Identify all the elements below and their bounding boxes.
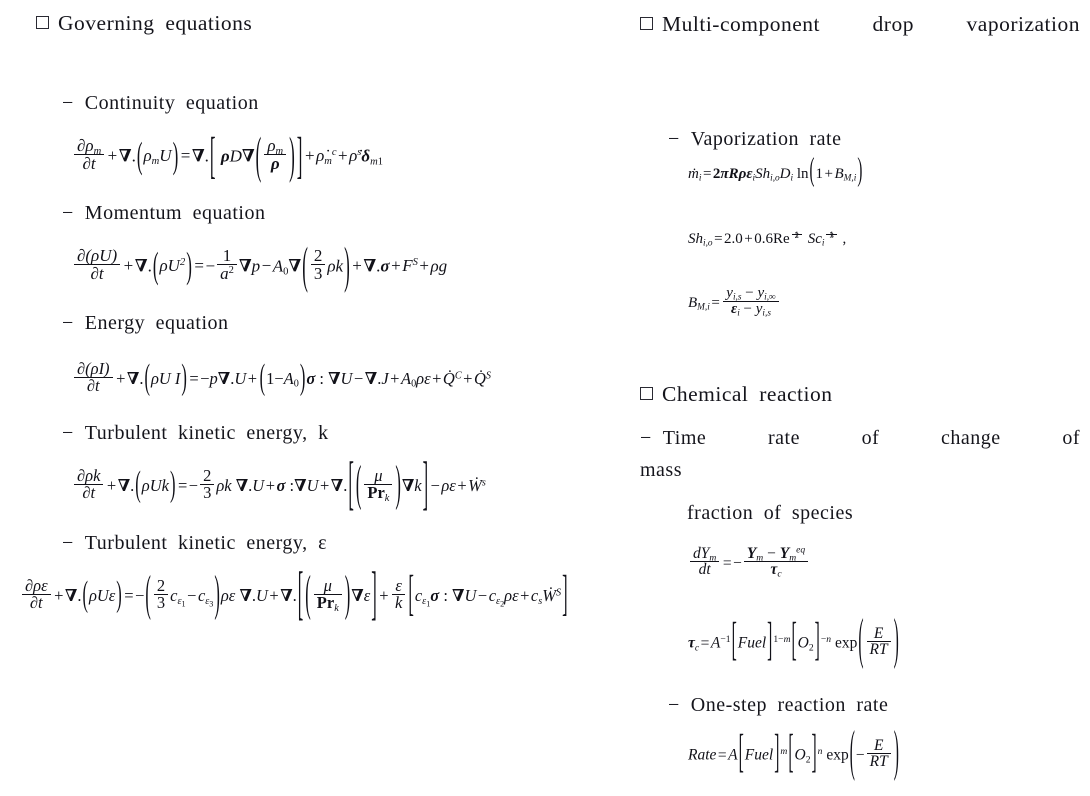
vaporization-rate-item: − Vaporization rate — [668, 128, 841, 151]
tke-k-label: Turbulent kinetic energy, k — [84, 422, 329, 444]
time-rate-of-change-item: − Time rate of change of — [640, 418, 1080, 458]
continuity-equation-formula: ∂ρm ∂t +∇.(ρmU) =∇.[ ρD∇(ρm ρ)] +ρ̇mc+ρ̇sδm1 — [72, 130, 383, 181]
right-column: Multi-component drop vaporization − Vapor… — [620, 0, 1090, 796]
mass-fraction-rate-formula: dYm dt =− Ym − Ymeq τc — [688, 545, 810, 580]
chemical-reaction-heading: Chemical reaction — [640, 382, 833, 407]
tke-k-equation-formula: ∂ρk ∂t +∇.(ρUk) =− 2 3 ρk ∇.U+σ :∇U+∇.[(μ Prk)∇… — [72, 454, 486, 511]
time-rate-of-change-label: Time rate of change of — [662, 427, 1080, 449]
tke-epsilon-item: − Turbulent kinetic energy, ε — [62, 532, 327, 555]
tke-epsilon-equation-formula: ∂ρε ∂t +∇.(ρUε) =−(2 3 cε1−cε3)ρε ∇.U+∇.[(μ Pr… — [20, 564, 569, 621]
vaporization-rate-formula-2: Shi,o = 2.0 +0.6Re 1 2 Sci 1 3 , — [688, 228, 847, 249]
momentum-equation-formula: ∂(ρU) ∂t +∇.(ρU2) =− 1 a2 ∇p−A0∇(2 3 ρk) +∇.σ+FS+… — [72, 240, 447, 291]
dash-bullet-icon: − — [62, 202, 74, 224]
square-bullet-icon — [640, 387, 653, 400]
momentum-equation-item: − Momentum equation — [62, 202, 265, 225]
dash-bullet-icon: − — [62, 92, 74, 114]
one-step-reaction-rate-formula: Rate=A[Fuel]m[O2]n exp(− E RT) — [688, 722, 899, 784]
governing-equations-heading-label: Governing equations — [58, 11, 253, 35]
multicomponent-drop-vaporization-heading: Multi-component drop vaporization — [640, 4, 1080, 44]
energy-equation-label: Energy equation — [84, 312, 229, 334]
dash-bullet-icon: − — [668, 128, 680, 150]
one-step-reaction-rate-label: One-step reaction rate — [690, 694, 889, 716]
governing-equations-heading: Governing equations — [36, 11, 252, 36]
energy-equation-formula: ∂(ρI) ∂t +∇.(ρU I) =−p∇.U+ (1−A0)σ : ∇U−∇.J+… — [72, 359, 491, 397]
vaporization-rate-formula-1: ṁi = 2πRρεiShi,oDi ln(1 + BM,i) — [688, 154, 863, 189]
square-bullet-icon — [640, 17, 653, 30]
tke-epsilon-label: Turbulent kinetic energy, ε — [84, 532, 328, 554]
chemical-time-scale-formula: τc=A−1[Fuel]1−m[O2]−n exp(E RT) — [688, 610, 899, 672]
slide-canvas: Governing equations − Continuity equation… — [0, 0, 1090, 796]
time-rate-of-change-label-line2: mass — [640, 459, 682, 481]
vaporization-rate-label: Vaporization rate — [690, 128, 842, 150]
continuity-equation-item: − Continuity equation — [62, 92, 259, 115]
dash-bullet-icon: − — [668, 694, 680, 716]
vaporization-rate-formula-3: BM,i = yi,s − yi,∞ εi − yi,s — [688, 285, 781, 319]
one-step-reaction-rate-item: − One-step reaction rate — [668, 694, 888, 717]
dash-bullet-icon: − — [62, 422, 74, 444]
energy-equation-item: − Energy equation — [62, 312, 229, 335]
dash-bullet-icon: − — [62, 312, 74, 334]
chemical-reaction-heading-label: Chemical reaction — [662, 382, 833, 406]
square-bullet-icon — [36, 16, 49, 29]
dash-bullet-icon: − — [62, 532, 74, 554]
momentum-equation-label: Momentum equation — [84, 202, 266, 224]
continuity-equation-label: Continuity equation — [84, 92, 259, 114]
multicomponent-drop-vaporization-heading-label: Multi-component drop vaporization — [662, 12, 1080, 36]
time-rate-of-change-label-line3: fraction of species — [687, 502, 854, 524]
tke-k-item: − Turbulent kinetic energy, k — [62, 422, 329, 445]
dash-bullet-icon: − — [640, 427, 652, 449]
left-column: Governing equations − Continuity equation… — [0, 0, 620, 796]
